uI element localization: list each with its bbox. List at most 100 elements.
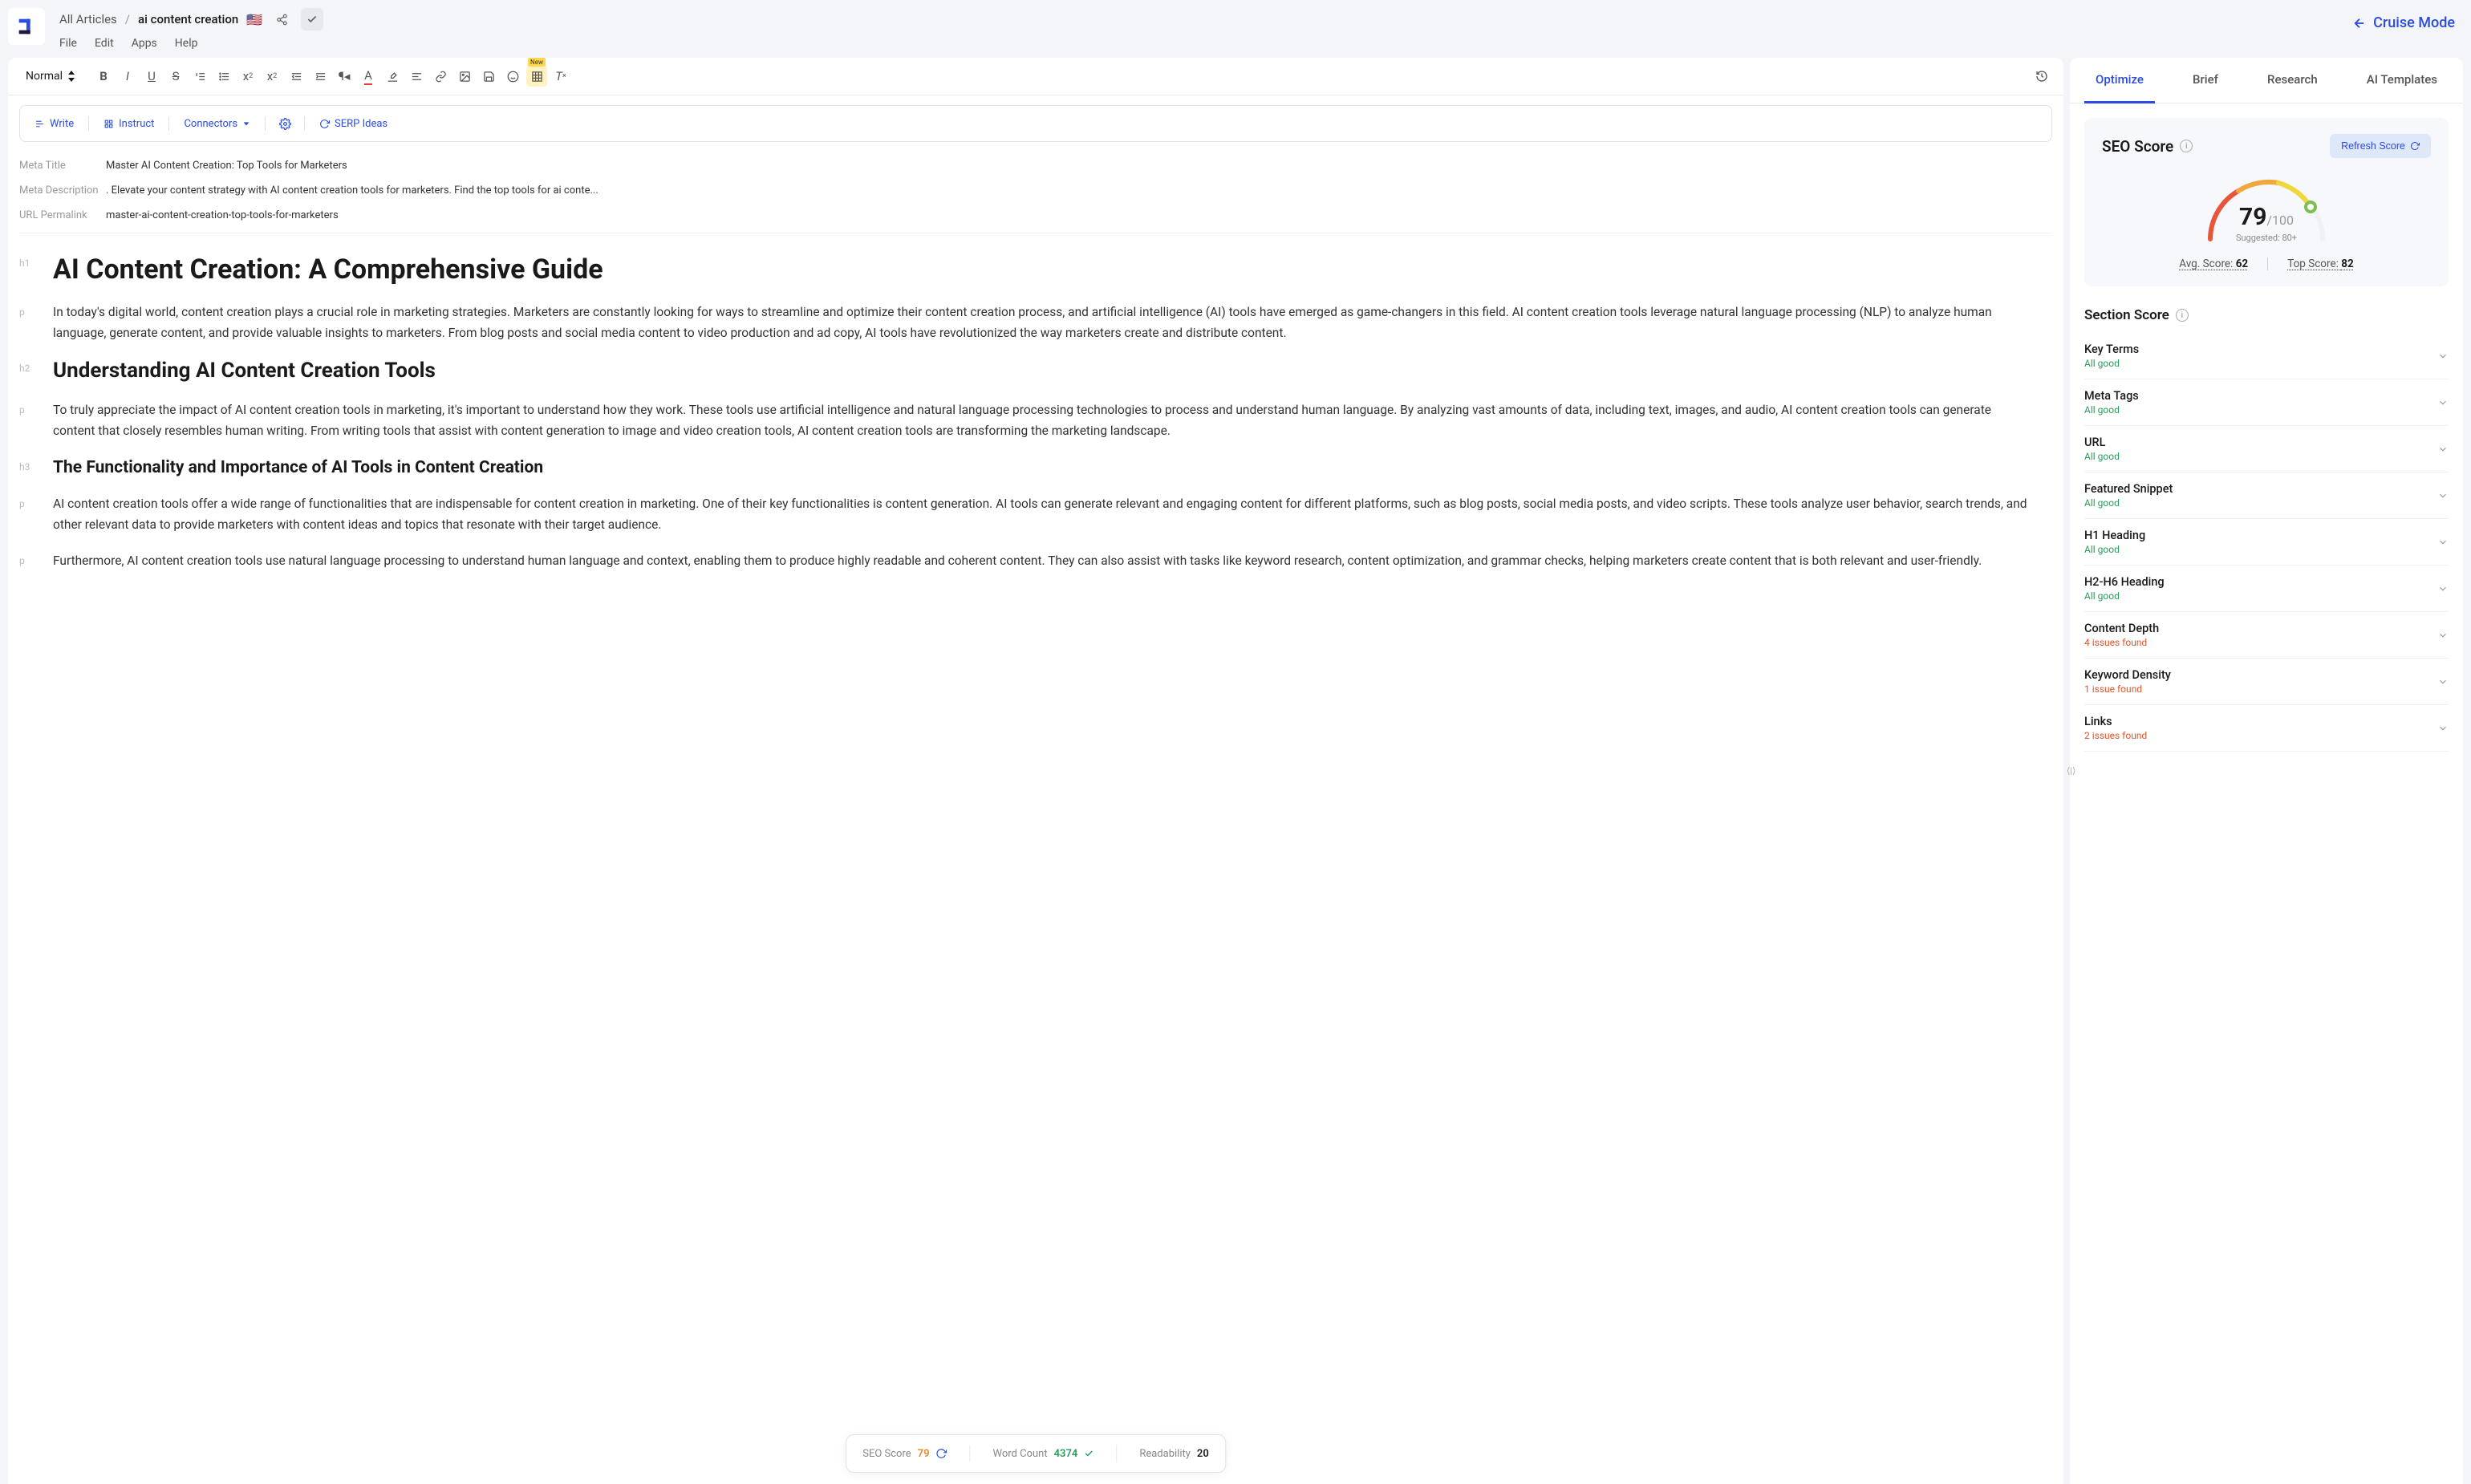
section-name: Content Depth: [2084, 622, 2159, 635]
instruct-button[interactable]: Instruct: [97, 115, 160, 133]
meta-description-value[interactable]: . Elevate your content strategy with AI …: [106, 184, 598, 197]
section-row[interactable]: Content Depth4 issues found: [2084, 612, 2449, 659]
section-row[interactable]: Keyword Density1 issue found: [2084, 659, 2449, 705]
section-score-list: Key TermsAll goodMeta TagsAll goodURLAll…: [2084, 333, 2449, 752]
section-status: All good: [2084, 358, 2139, 369]
subscript-icon[interactable]: x2: [237, 66, 258, 87]
refresh-score-button[interactable]: Refresh Score: [2330, 134, 2431, 158]
table-icon[interactable]: New: [526, 66, 547, 87]
emoji-icon[interactable]: [502, 66, 523, 87]
indent-icon[interactable]: [310, 66, 331, 87]
status-readability-value: 20: [1197, 1448, 1209, 1460]
block-tag: p: [19, 550, 53, 571]
section-row[interactable]: H1 Heading All good: [2084, 519, 2449, 566]
heading-3[interactable]: The Functionality and Importance of AI T…: [53, 456, 2031, 479]
paragraph[interactable]: AI content creation tools offer a wide r…: [53, 493, 2031, 536]
serp-ideas-button[interactable]: SERP Ideas: [313, 115, 394, 133]
block-tag: p: [19, 302, 53, 344]
info-icon[interactable]: i: [2180, 140, 2193, 152]
chevron-down-icon: [2437, 444, 2449, 455]
chevron-down-icon: [2437, 490, 2449, 501]
heading-2[interactable]: Understanding AI Content Creation Tools: [53, 358, 2031, 385]
history-icon[interactable]: [2031, 66, 2052, 87]
top-score-value: 82: [2341, 257, 2354, 270]
section-name: H1 Heading: [2084, 529, 2145, 542]
format-toolbar: Normal B I U S x2 x2 ¶◂ A: [8, 58, 2063, 95]
section-score-title: Section Score: [2084, 307, 2169, 323]
block-format-select[interactable]: Normal: [19, 67, 82, 86]
section-name: Meta Tags: [2084, 389, 2139, 403]
underline-icon[interactable]: U: [141, 66, 162, 87]
save-icon[interactable]: [478, 66, 499, 87]
gauge-score-max: /100: [2266, 213, 2294, 228]
chevron-down-icon: [2437, 351, 2449, 362]
section-status: All good: [2084, 590, 2165, 602]
meta-title-label: Meta Title: [19, 160, 106, 172]
connectors-button[interactable]: Connectors: [177, 115, 257, 133]
section-row[interactable]: Featured SnippetAll good: [2084, 472, 2449, 519]
pane-resize-handle[interactable]: ⟨|⟩: [2067, 766, 2075, 776]
app-logo[interactable]: [8, 8, 45, 45]
rtl-icon[interactable]: ¶◂: [334, 66, 355, 87]
section-row[interactable]: URLAll good: [2084, 426, 2449, 472]
heading-1[interactable]: AI Content Creation: A Comprehensive Gui…: [53, 253, 2031, 287]
section-status: All good: [2084, 497, 2173, 509]
paragraph[interactable]: To truly appreciate the impact of AI con…: [53, 399, 2031, 442]
cruise-mode-button[interactable]: Cruise Mode: [2352, 8, 2455, 31]
breadcrumb-parent[interactable]: All Articles: [59, 12, 117, 26]
clear-format-icon[interactable]: T×: [550, 66, 571, 87]
paragraph[interactable]: In today's digital world, content creati…: [53, 302, 2031, 344]
section-row[interactable]: Meta TagsAll good: [2084, 379, 2449, 426]
paragraph[interactable]: Furthermore, AI content creation tools u…: [53, 550, 2031, 571]
url-permalink-value[interactable]: master-ai-content-creation-top-tools-for…: [106, 209, 339, 221]
section-row[interactable]: H2-H6 HeadingAll good: [2084, 566, 2449, 612]
side-panel: Optimize Brief Research AI Templates SEO…: [2070, 58, 2463, 1484]
strikethrough-icon[interactable]: S: [165, 66, 186, 87]
check-icon: [1084, 1449, 1093, 1458]
meta-description-label: Meta Description: [19, 184, 106, 197]
section-row[interactable]: Key Terms All good: [2084, 333, 2449, 379]
section-name: Key Terms: [2084, 343, 2139, 356]
check-icon[interactable]: [301, 8, 323, 30]
tab-optimize[interactable]: Optimize: [2084, 58, 2155, 103]
section-status: All good: [2084, 544, 2145, 555]
highlight-icon[interactable]: [382, 66, 403, 87]
tab-ai-templates[interactable]: AI Templates: [2355, 58, 2449, 103]
text-color-icon[interactable]: A: [358, 66, 379, 87]
locale-flag-icon[interactable]: 🇺🇸: [246, 12, 262, 27]
settings-icon[interactable]: [274, 112, 296, 135]
info-icon[interactable]: i: [2176, 309, 2189, 322]
align-icon[interactable]: [406, 66, 427, 87]
ordered-list-icon[interactable]: [189, 66, 210, 87]
italic-icon[interactable]: I: [117, 66, 138, 87]
seo-score-card: SEO Score i Refresh Score: [2084, 118, 2449, 286]
document-body[interactable]: h1AI Content Creation: A Comprehensive G…: [8, 245, 2063, 1484]
meta-title-value[interactable]: Master AI Content Creation: Top Tools fo…: [106, 160, 347, 172]
link-icon[interactable]: [430, 66, 451, 87]
tab-research[interactable]: Research: [2256, 58, 2329, 103]
menu-edit[interactable]: Edit: [95, 37, 114, 50]
menu-file[interactable]: File: [59, 37, 77, 50]
section-status: 1 issue found: [2084, 683, 2171, 695]
block-tag: h3: [19, 456, 53, 479]
section-row[interactable]: Links2 issues found: [2084, 705, 2449, 752]
section-status: All good: [2084, 404, 2139, 416]
superscript-icon[interactable]: x2: [262, 66, 282, 87]
image-icon[interactable]: [454, 66, 475, 87]
menu-help[interactable]: Help: [175, 37, 198, 50]
status-bar: SEO Score 79 Word Count 4374 Readability…: [846, 1434, 1226, 1473]
tab-brief[interactable]: Brief: [2181, 58, 2230, 103]
outdent-icon[interactable]: [286, 66, 306, 87]
bold-icon[interactable]: B: [93, 66, 114, 87]
section-name: Keyword Density: [2084, 668, 2171, 682]
status-seo-label: SEO Score: [862, 1448, 911, 1460]
action-bar: Write Instruct Connectors SERP Ideas: [19, 105, 2052, 142]
chevron-down-icon: [2437, 676, 2449, 687]
unordered-list-icon[interactable]: [213, 66, 234, 87]
write-button[interactable]: Write: [28, 115, 80, 133]
breadcrumb: All Articles / ai content creation 🇺🇸: [59, 8, 323, 30]
refresh-seo-icon[interactable]: [936, 1448, 947, 1459]
share-icon[interactable]: [270, 8, 293, 30]
menu-apps[interactable]: Apps: [132, 37, 157, 50]
breadcrumb-separator: /: [125, 12, 130, 26]
